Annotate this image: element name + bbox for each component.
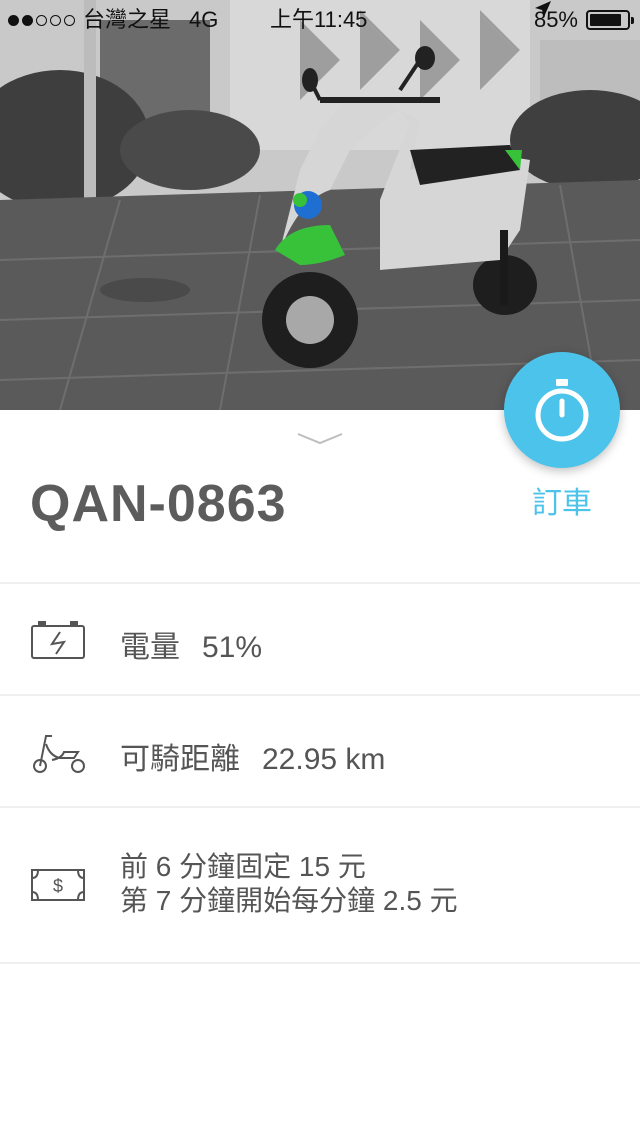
status-bar: 台灣之星 4G 上午11:45 85% bbox=[0, 0, 640, 40]
divider bbox=[0, 962, 640, 964]
carrier-name: 台灣之星 bbox=[83, 7, 172, 32]
plate-number: QAN-0863 bbox=[30, 475, 287, 533]
battery-charge-icon bbox=[31, 621, 85, 659]
network-type: 4G bbox=[189, 7, 219, 32]
divider bbox=[0, 806, 640, 808]
range-label: 可騎距離 bbox=[120, 743, 240, 776]
range-value: 22.95 km bbox=[262, 743, 386, 776]
battery-row: 電量 51% bbox=[0, 584, 640, 694]
battery-label: 電量 bbox=[120, 631, 180, 664]
scooter-photo: 台灣之星 4G 上午11:45 85% bbox=[0, 0, 640, 410]
clock: 上午11:45 bbox=[270, 7, 368, 32]
book-label[interactable]: 訂車 bbox=[504, 478, 620, 522]
fee-line-1: 前 6 分鐘固定 15 元 bbox=[120, 851, 366, 882]
range-row: 可騎距離 22.95 km bbox=[0, 696, 640, 806]
location-arrow-icon bbox=[534, 1, 551, 17]
scooter-icon bbox=[33, 735, 85, 773]
battery-value: 51% bbox=[202, 631, 263, 664]
stopwatch-icon bbox=[535, 379, 589, 442]
signal-strength bbox=[8, 14, 75, 26]
battery-icon bbox=[586, 10, 634, 30]
fee-line-2: 第 7 分鐘開始每分鐘 2.5 元 bbox=[120, 885, 458, 916]
chevron-down-icon[interactable] bbox=[296, 432, 344, 446]
cash-icon: $ bbox=[31, 869, 85, 901]
svg-text:$: $ bbox=[53, 876, 63, 896]
scooter-illustration bbox=[0, 0, 640, 410]
fee-info: 前 6 分鐘固定 15 元 第 7 分鐘開始每分鐘 2.5 元 bbox=[120, 850, 458, 918]
book-button[interactable] bbox=[504, 352, 620, 468]
